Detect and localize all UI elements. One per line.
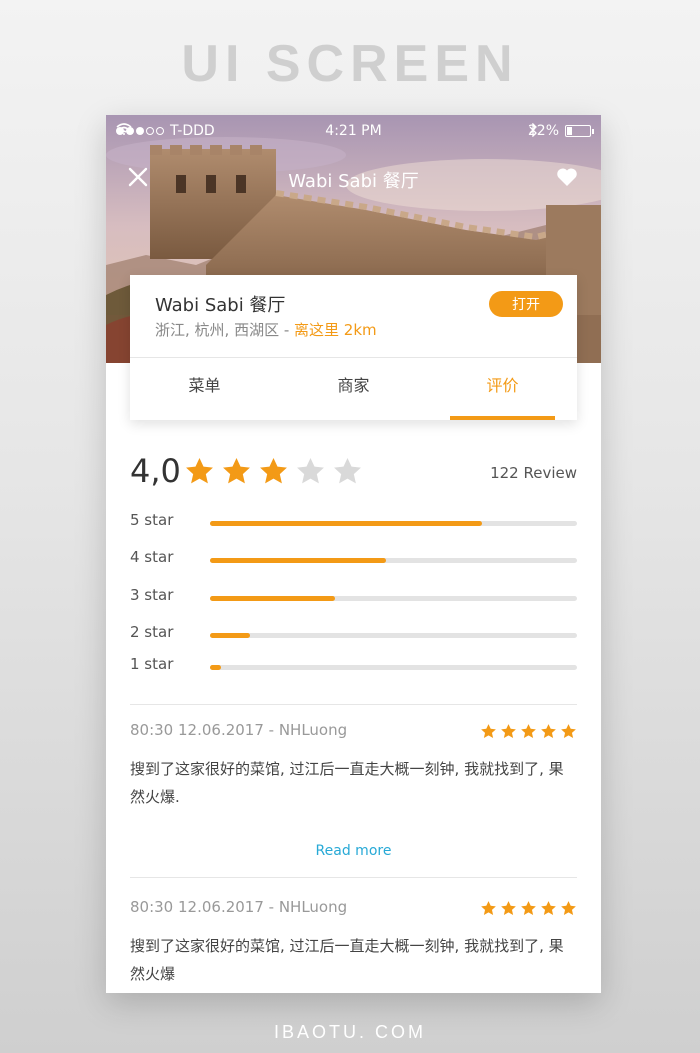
- distribution-label: 1 star: [130, 655, 174, 673]
- star-filled-icon: [501, 724, 516, 739]
- star-filled-icon: [481, 901, 496, 916]
- distribution-track: [210, 521, 577, 526]
- distribution-track: [210, 633, 577, 638]
- location-text: 浙江, 杭州, 西湖区 -: [155, 321, 295, 339]
- distance-text: 离这里 2km: [294, 321, 377, 339]
- star-filled-icon: [501, 901, 516, 916]
- review-item: 80:30 12.06.2017 - NHLuong 搜到了这家很好的菜馆, 过…: [130, 898, 577, 993]
- distribution-label: 2 star: [130, 623, 174, 641]
- tab-bar: 菜单 商家 评价: [130, 358, 577, 420]
- distribution-label: 5 star: [130, 511, 174, 529]
- star-empty-icon: [334, 457, 361, 484]
- distribution-label: 3 star: [130, 586, 174, 604]
- review-stars: [480, 723, 577, 740]
- star-filled-icon: [561, 724, 576, 739]
- star-filled-icon: [223, 457, 250, 484]
- tab-label: 评价: [486, 376, 519, 395]
- review-stars: [480, 900, 577, 917]
- star-filled-icon: [541, 724, 556, 739]
- status-time: 4:21 PM: [325, 123, 382, 139]
- distribution-row-4: 4 star: [130, 548, 577, 572]
- battery-icon: [565, 125, 594, 137]
- distribution-label: 4 star: [130, 548, 174, 566]
- rating-summary: 4,0 122 Review: [130, 452, 577, 492]
- distribution-row-3: 3 star: [130, 586, 577, 610]
- star-filled-icon: [521, 724, 536, 739]
- review-meta: 80:30 12.06.2017 - NHLuong: [130, 721, 348, 739]
- navigation-bar: Wabi Sabi 餐厅: [106, 159, 601, 195]
- restaurant-info-card: Wabi Sabi 餐厅 浙江, 杭州, 西湖区 - 离这里 2km 打开 菜单…: [130, 275, 577, 420]
- restaurant-name: Wabi Sabi 餐厅: [155, 295, 286, 316]
- footer-watermark: IBAOTU. COM: [273, 1022, 426, 1042]
- star-filled-icon: [521, 901, 536, 916]
- star-filled-icon: [260, 457, 287, 484]
- review-text: 搜到了这家很好的菜馆, 过江后一直走大概一刻钟, 我就找到了, 果然火爆.: [130, 760, 564, 806]
- distribution-fill: [210, 558, 387, 563]
- phone-screen: T-DDD 4:21 PM 22% Wabi Sabi 餐厅 Wabi Sabi…: [106, 115, 601, 993]
- review-divider: [130, 704, 577, 705]
- distribution-track: [210, 558, 577, 563]
- status-bar: T-DDD 4:21 PM 22%: [106, 115, 601, 147]
- star-filled-icon: [186, 457, 213, 484]
- restaurant-location: 浙江, 杭州, 西湖区 - 离这里 2km: [155, 319, 377, 340]
- review-item: 80:30 12.06.2017 - NHLuong 搜到了这家很好的菜馆, 过…: [130, 721, 577, 871]
- tab-label: 商家: [337, 376, 370, 395]
- distribution-row-5: 5 star: [130, 511, 577, 535]
- bluetooth-icon: [529, 123, 537, 137]
- distribution-track: [210, 665, 577, 670]
- tab-reviews[interactable]: 评价: [428, 358, 577, 420]
- distribution-track: [210, 596, 577, 601]
- tab-merchant[interactable]: 商家: [279, 358, 428, 420]
- distribution-row-1: 1 star: [130, 655, 577, 679]
- review-count: 122 Review: [490, 464, 577, 482]
- distribution-fill: [210, 633, 251, 638]
- distribution-fill: [210, 665, 221, 670]
- distribution-row-2: 2 star: [130, 623, 577, 647]
- distribution-fill: [210, 596, 335, 601]
- rating-score: 4,0: [130, 452, 181, 490]
- review-meta: 80:30 12.06.2017 - NHLuong: [130, 898, 348, 916]
- star-filled-icon: [481, 724, 496, 739]
- tab-menu[interactable]: 菜单: [130, 358, 279, 420]
- star-filled-icon: [541, 901, 556, 916]
- tab-label: 菜单: [188, 376, 221, 395]
- rating-stars: [184, 456, 363, 487]
- heart-icon: [557, 168, 577, 186]
- review-divider: [130, 877, 577, 878]
- distribution-fill: [210, 521, 482, 526]
- active-tab-indicator: [450, 416, 555, 420]
- favorite-button[interactable]: [555, 165, 579, 189]
- open-button[interactable]: 打开: [489, 291, 563, 317]
- star-filled-icon: [561, 901, 576, 916]
- nav-title: Wabi Sabi 餐厅: [288, 171, 419, 192]
- star-empty-icon: [297, 457, 324, 484]
- page-heading: UI SCREEN: [181, 35, 519, 93]
- review-text: 搜到了这家很好的菜馆, 过江后一直走大概一刻钟, 我就找到了, 果然火爆: [130, 937, 564, 983]
- read-more-link[interactable]: Read more: [130, 843, 577, 859]
